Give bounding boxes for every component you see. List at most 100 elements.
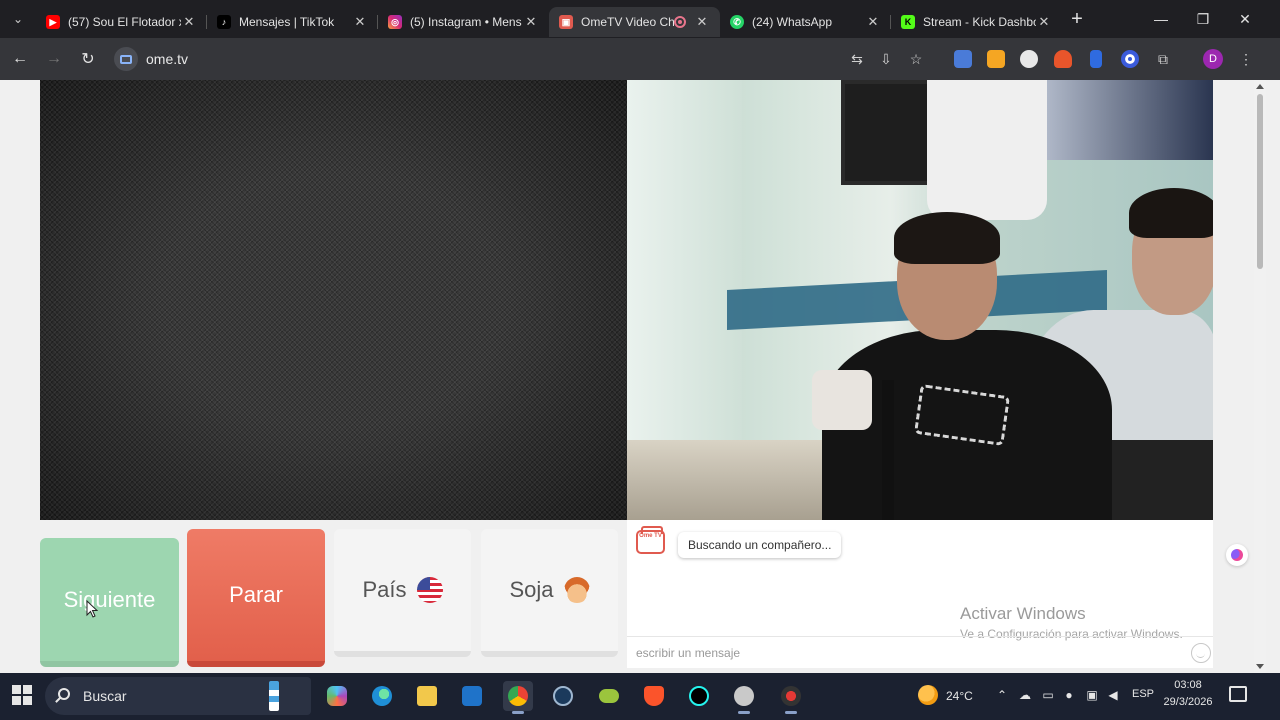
country-filter-button[interactable]: País (334, 529, 471, 657)
browser-tabbar: ⌄ ▶ (57) Sou El Flotador x ✕ ♪ Mensajes … (0, 0, 1280, 38)
country-button-label: País (362, 577, 407, 602)
steam-app-icon[interactable] (548, 681, 578, 711)
next-button-label: Siguiente (63, 586, 156, 612)
scrollbar-thumb[interactable] (1257, 94, 1263, 269)
show-hidden-icons-chevron-icon[interactable]: ⌃ (995, 688, 1009, 702)
weather-icon[interactable] (918, 685, 938, 705)
obs-app-icon[interactable] (729, 681, 759, 714)
outlook-app-icon[interactable] (457, 681, 487, 711)
stranger-video-static (40, 80, 627, 520)
tab-title: (24) WhatsApp (752, 15, 833, 29)
recorder-app-icon[interactable] (776, 681, 806, 714)
tab-tiktok[interactable]: ♪ Mensajes | TikTok ✕ (207, 7, 378, 37)
url-text: ome.tv (146, 51, 189, 67)
reload-button[interactable]: ↻ (71, 42, 105, 76)
copilot-app-icon[interactable] (322, 681, 352, 711)
emoji-smiley-icon[interactable] (1191, 643, 1211, 663)
volume-icon[interactable]: ◀ (1106, 688, 1120, 702)
gamepad-app-icon[interactable] (594, 681, 624, 711)
profile-avatar[interactable]: D (1200, 46, 1226, 72)
extension-bitwarden-icon[interactable] (1083, 46, 1109, 72)
address-bar[interactable]: ome.tv (108, 43, 948, 75)
ometv-icon: ▣ (559, 15, 573, 29)
gender-filter-button[interactable]: Soja (481, 529, 618, 657)
tab-title: OmeTV Video Ch (581, 15, 674, 29)
extensions-puzzle-icon[interactable]: ⧉ (1150, 46, 1176, 72)
file-explorer-icon[interactable] (412, 681, 442, 711)
status-message: Buscando un compañero... (678, 532, 842, 558)
close-tab-icon[interactable]: ✕ (523, 14, 539, 30)
taskbar-search-box[interactable]: Buscar (45, 677, 311, 715)
chat-input-placeholder: escribir un mensaje (636, 645, 741, 660)
site-info-icon[interactable] (114, 47, 138, 71)
chrome-app-icon[interactable] (503, 681, 533, 714)
chat-message-input[interactable]: escribir un mensaje (627, 636, 1213, 668)
extension-fox-icon[interactable] (1050, 46, 1076, 72)
ometv-page: Siguiente Parar País Soja Ome TV Buscand… (0, 80, 1254, 673)
ometv-logo: Ome TV (636, 526, 665, 554)
microphone-icon[interactable]: ● (1062, 688, 1076, 702)
extension-face-icon[interactable] (1016, 46, 1042, 72)
gender-button-label: Soja (509, 577, 554, 602)
brave-app-icon[interactable] (639, 681, 669, 711)
close-tab-icon[interactable]: ✕ (865, 14, 881, 30)
chat-panel: Ome TV Buscando un compañero... Activar … (627, 520, 1213, 668)
close-window-button[interactable]: ✕ (1224, 0, 1266, 38)
new-tab-button[interactable]: + (1062, 8, 1092, 31)
restore-button[interactable]: ❐ (1182, 0, 1224, 38)
forward-button[interactable]: → (37, 42, 71, 76)
mouse-cursor-icon (86, 600, 98, 618)
page-scrollbar[interactable] (1254, 80, 1266, 673)
tab-title: (57) Sou El Flotador x (68, 15, 181, 29)
stop-button-label: Parar (229, 582, 283, 607)
temperature-text[interactable]: 24°C (946, 689, 973, 703)
extension-orange-icon[interactable] (983, 46, 1009, 72)
bookmark-star-icon[interactable]: ☆ (903, 46, 929, 72)
extension-circle-icon[interactable] (1117, 46, 1143, 72)
menu-kebab-icon[interactable]: ⋮ (1233, 46, 1259, 72)
translate-icon[interactable]: ⇆ (844, 46, 870, 72)
tab-title: Stream - Kick Dashbo (923, 15, 1036, 29)
clock[interactable]: 03:08 29/3/2026 (1160, 677, 1216, 711)
next-button[interactable]: Siguiente (40, 538, 179, 667)
usb-device-icon[interactable]: ▭ (1041, 688, 1055, 702)
close-tab-icon[interactable]: ✕ (1036, 14, 1052, 30)
whatsapp-icon: ✆ (730, 15, 744, 29)
tab-kick[interactable]: K Stream - Kick Dashbo ✕ (891, 7, 1062, 37)
stop-button[interactable]: Parar (187, 529, 325, 667)
back-button[interactable]: ← (3, 42, 37, 76)
boy-emoji-icon (563, 577, 590, 603)
extension-translate-icon[interactable] (950, 46, 976, 72)
tab-title: (5) Instagram • Mens (410, 15, 522, 29)
us-flag-icon (416, 577, 443, 603)
youtube-icon: ▶ (46, 15, 60, 29)
close-tab-icon[interactable]: ✕ (694, 14, 710, 30)
tab-whatsapp[interactable]: ✆ (24) WhatsApp ✕ (720, 7, 891, 37)
search-placeholder: Buscar (83, 688, 127, 704)
search-icon (58, 688, 70, 700)
tiktok-app-icon[interactable] (684, 681, 714, 711)
start-windows-icon[interactable] (12, 685, 32, 705)
tiktok-icon: ♪ (217, 15, 231, 29)
edge-app-icon[interactable] (367, 681, 397, 711)
minimize-button[interactable]: — (1140, 0, 1182, 38)
close-tab-icon[interactable]: ✕ (181, 14, 197, 30)
network-icon[interactable]: ▣ (1085, 688, 1099, 702)
clock-time: 03:08 (1174, 679, 1202, 691)
cloud-sync-icon[interactable]: ☁ (1018, 688, 1032, 702)
notifications-icon[interactable] (1229, 686, 1247, 702)
activate-windows-title: Activar Windows (960, 604, 1086, 623)
instagram-icon: ◎ (388, 15, 402, 29)
close-tab-icon[interactable]: ✕ (352, 14, 368, 30)
tab-youtube[interactable]: ▶ (57) Sou El Flotador x ✕ (36, 7, 207, 37)
copilot-sidebar-icon[interactable] (1226, 544, 1248, 566)
windows-taskbar: Buscar 24°C ⌃ ☁ ▭ ● ▣ ◀ ESP 03:08 29/3/2… (0, 673, 1280, 720)
tab-search-chevron-icon[interactable]: ⌄ (0, 0, 36, 38)
tab-ometv[interactable]: ▣ OmeTV Video Ch ✕ (549, 7, 720, 37)
tab-instagram[interactable]: ◎ (5) Instagram • Mens ✕ (378, 7, 549, 37)
lighthouse-search-highlight-icon (269, 681, 279, 711)
self-camera-video (627, 80, 1213, 520)
install-app-icon[interactable]: ⇩ (873, 46, 899, 72)
input-language-text[interactable]: ESP (1132, 688, 1154, 700)
browser-toolbar: ← → ↻ ome.tv ⇆ ⇩ ☆ ⧉ D ⋮ (0, 38, 1280, 80)
